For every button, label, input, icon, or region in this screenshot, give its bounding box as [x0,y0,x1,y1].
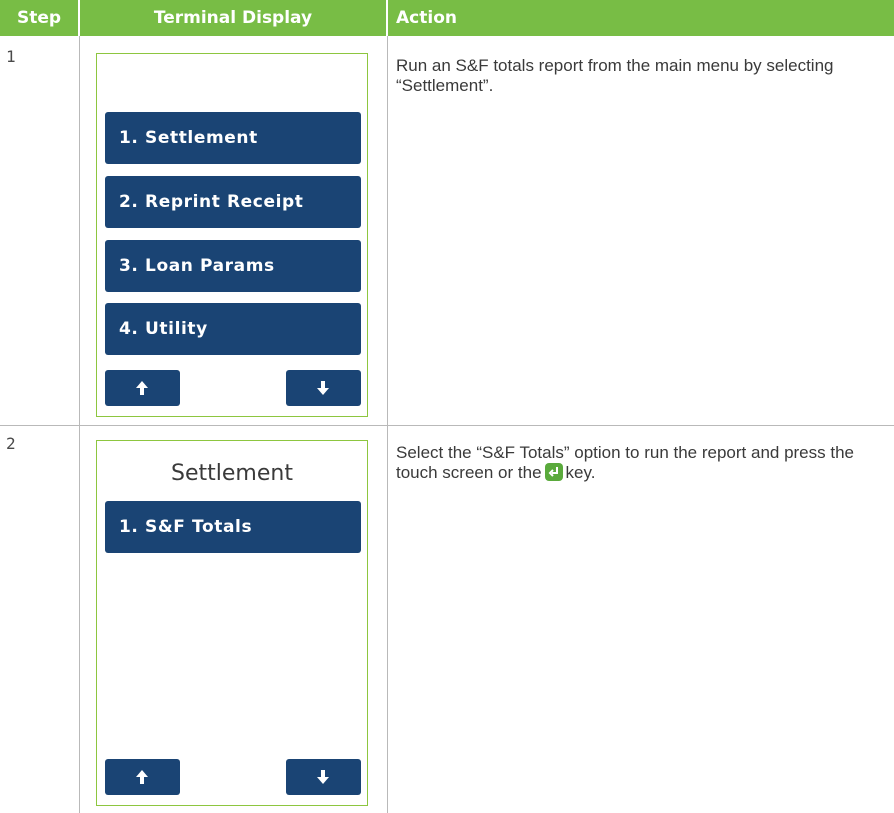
arrow-up-icon [136,770,148,784]
scroll-down-button[interactable] [286,370,361,406]
menu-item-settlement[interactable]: 1. Settlement [105,112,361,164]
step-number-2: 2 [6,434,16,453]
arrow-down-icon [317,770,329,784]
arrow-up-icon [136,381,148,395]
screen-title: Settlement [171,461,293,486]
terminal-screen-settlement: Settlement 1. S&F Totals [96,440,368,806]
header-terminal-display: Terminal Display [80,0,386,36]
action-text-step-1: Run an S&F totals report from the main m… [396,56,834,95]
header-step: Step [0,0,78,36]
scroll-up-button[interactable] [105,370,180,406]
step-number-1: 1 [6,47,16,66]
terminal-screen-main-menu: 1. Settlement 2. Reprint Receipt 3. Loan… [96,53,368,417]
arrow-down-icon [317,381,329,395]
row-divider [0,425,894,426]
menu-item-reprint-receipt[interactable]: 2. Reprint Receipt [105,176,361,228]
action-text-step-2: Select the “S&F Totals” option to run th… [396,443,888,483]
menu-item-loan-params[interactable]: 3. Loan Params [105,240,361,292]
enter-key-icon [544,463,563,481]
menu-item-sf-totals[interactable]: 1. S&F Totals [105,501,361,553]
header-action: Action [388,0,894,36]
action-text-after-key: key. [565,463,596,482]
menu-item-utility[interactable]: 4. Utility [105,303,361,355]
scroll-down-button[interactable] [286,759,361,795]
action-text-before-key: Select the “S&F Totals” option to run th… [396,443,854,482]
scroll-up-button[interactable] [105,759,180,795]
